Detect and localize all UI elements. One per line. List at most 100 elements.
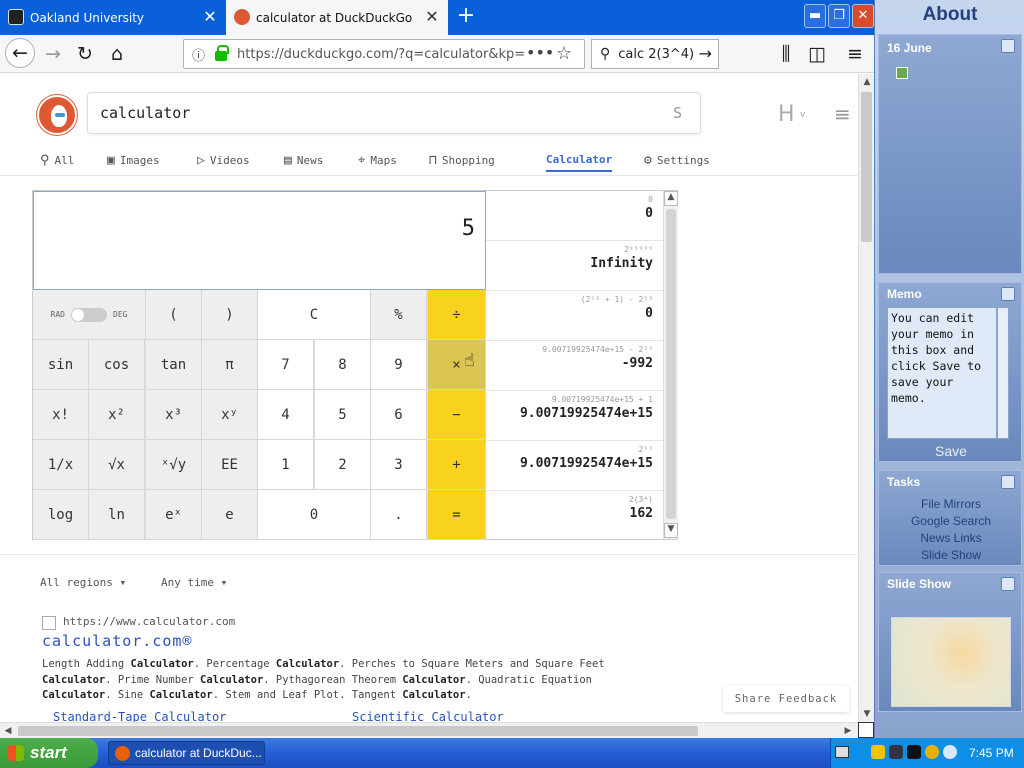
scroll-up-icon[interactable]: ▲ [664,191,678,206]
key-ee[interactable]: EE [202,440,258,490]
monitor-icon[interactable] [1001,577,1015,591]
slideshow-image[interactable] [891,617,1011,707]
tab-shopping[interactable]: ⊓ Shopping [429,148,495,172]
key-clear[interactable]: C [258,290,371,340]
memo-textarea[interactable]: You can edit your memo in this box and c… [887,307,997,439]
display-icon[interactable] [907,745,921,759]
globe-icon[interactable] [1001,39,1015,53]
tab-settings[interactable]: ⚙ Settings [644,148,710,172]
maximize-button[interactable]: ❐ [828,4,850,28]
task-link-google-search[interactable]: Google Search [879,514,1023,528]
memo-scrollbar[interactable] [997,307,1009,439]
tab-news[interactable]: ▤ News [284,148,323,172]
network-icon[interactable] [889,745,903,759]
key-lparen[interactable]: ( [146,290,202,340]
page-vertical-scrollbar[interactable]: ▲ ▼ [858,74,874,722]
task-link-news-links[interactable]: News Links [879,531,1023,545]
key-divide[interactable]: ÷ [428,290,486,340]
reload-button[interactable]: ↻ [72,41,98,67]
key-power[interactable]: xʸ [202,390,258,440]
chevron-down-icon[interactable]: v [800,110,805,120]
minimize-button[interactable]: ▬ [804,4,826,28]
bookmark-star-icon[interactable]: ☆ [556,43,572,64]
search-submit-icon[interactable]: S [673,104,682,122]
page-horizontal-scrollbar[interactable]: ◀ ▶ [0,722,858,738]
key-6[interactable]: 6 [371,390,427,440]
key-ln[interactable]: ln [89,490,145,540]
info-icon[interactable]: ⓘ [192,45,205,64]
start-button[interactable]: start [0,738,98,768]
speaker-icon[interactable] [943,745,957,759]
key-square[interactable]: x² [89,390,145,440]
forward-button[interactable]: → [40,41,66,67]
search-query-text[interactable]: calculator [100,104,190,122]
duckduckgo-logo[interactable] [37,95,77,135]
toggle-switch[interactable] [71,307,107,322]
history-item[interactable]: 9.00719925474e+15 + 1 9.00719925474e+15 [486,391,663,441]
result-url[interactable]: https://www.calculator.com [63,615,235,628]
scroll-thumb[interactable] [861,92,872,242]
scroll-down-icon[interactable]: ▼ [859,706,875,722]
scroll-thumb[interactable] [666,209,676,519]
browser-tab-duckduckgo[interactable]: calculator at DuckDuckGo ✕ [226,0,448,35]
clock[interactable]: 7:45 PM [969,746,1014,760]
tab-all[interactable]: ⚲ All [40,148,74,172]
memo-icon[interactable] [1001,287,1015,301]
close-window-button[interactable]: ✕ [852,4,874,28]
history-item[interactable]: 9.00719925474e+15 - 2⁵³ -992 [486,341,663,391]
key-equals[interactable]: = [428,490,486,540]
new-tab-button[interactable]: + [455,5,477,27]
sitelink-standard-tape[interactable]: Standard-Tape Calculator [53,710,226,722]
history-item[interactable]: (2⁵³ + 1) - 2⁵³ 0 [486,291,663,341]
hamburger-icon[interactable]: ≡ [834,102,851,126]
regions-filter[interactable]: All regions ▾ [40,576,126,589]
memo-save-button[interactable]: Save [879,443,1023,459]
key-factorial[interactable]: x! [33,390,89,440]
scroll-up-icon[interactable]: ▲ [859,74,875,90]
key-0[interactable]: 0 [258,490,371,540]
tab-videos[interactable]: ▷ Videos [197,148,250,172]
history-item[interactable]: 0 0 [486,191,663,241]
key-root[interactable]: ˣ√y [146,440,202,490]
share-feedback-button[interactable]: Share Feedback [723,686,849,712]
key-cos[interactable]: cos [89,340,145,390]
tab-images[interactable]: ▣ Images [107,148,160,172]
scroll-down-icon[interactable]: ▼ [664,523,678,538]
key-8[interactable]: 8 [315,340,371,390]
key-log[interactable]: log [33,490,89,540]
key-pi[interactable]: π [202,340,258,390]
menu-icon[interactable]: ≡ [842,41,868,67]
rad-deg-toggle[interactable]: RAD DEG [33,290,146,340]
history-item[interactable]: 2(3⁴) 162 [486,491,663,539]
key-percent[interactable]: % [371,290,427,340]
close-tab-icon[interactable]: ✕ [202,9,218,25]
scroll-left-icon[interactable]: ◀ [0,723,16,739]
key-1[interactable]: 1 [258,440,314,490]
history-scrollbar[interactable]: ▲ ▼ [663,191,678,539]
page-actions-icon[interactable]: ••• [526,43,554,62]
task-link-slide-show[interactable]: Slide Show [879,548,1023,562]
tab-maps[interactable]: ⌖ Maps [358,148,397,172]
scroll-right-icon[interactable]: ▶ [840,723,856,739]
key-9[interactable]: 9 [371,340,427,390]
key-3[interactable]: 3 [371,440,427,490]
search-icon[interactable] [925,745,939,759]
taskbar-window-button[interactable]: calculator at DuckDuc... [108,741,265,765]
search-input[interactable]: calculator S [87,92,701,134]
key-cube[interactable]: x³ [146,390,202,440]
key-dot[interactable]: . [371,490,427,540]
address-bar[interactable]: ⓘ https://duckduckgo.com/?q=calculator&k… [183,39,585,69]
browser-search-bar[interactable]: ⚲ calc 2(3^4) → [591,39,719,69]
close-tab-icon[interactable]: ✕ [424,9,440,25]
key-multiply[interactable]: × [428,340,486,390]
history-item[interactable]: 2⁵³ 9.00719925474e+15 [486,441,663,491]
key-plus[interactable]: + [428,440,486,490]
shield-icon[interactable] [871,745,885,759]
history-item[interactable]: 2⁹⁹⁹⁹⁹ Infinity [486,241,663,291]
key-4[interactable]: 4 [258,390,314,440]
search-bar-text[interactable]: calc 2(3^4) [618,47,694,62]
sidebar-toggle-icon[interactable]: ◫ [804,41,830,67]
h-icon[interactable]: H [778,102,795,127]
key-sqrt[interactable]: √x [89,440,145,490]
key-tan[interactable]: tan [146,340,202,390]
